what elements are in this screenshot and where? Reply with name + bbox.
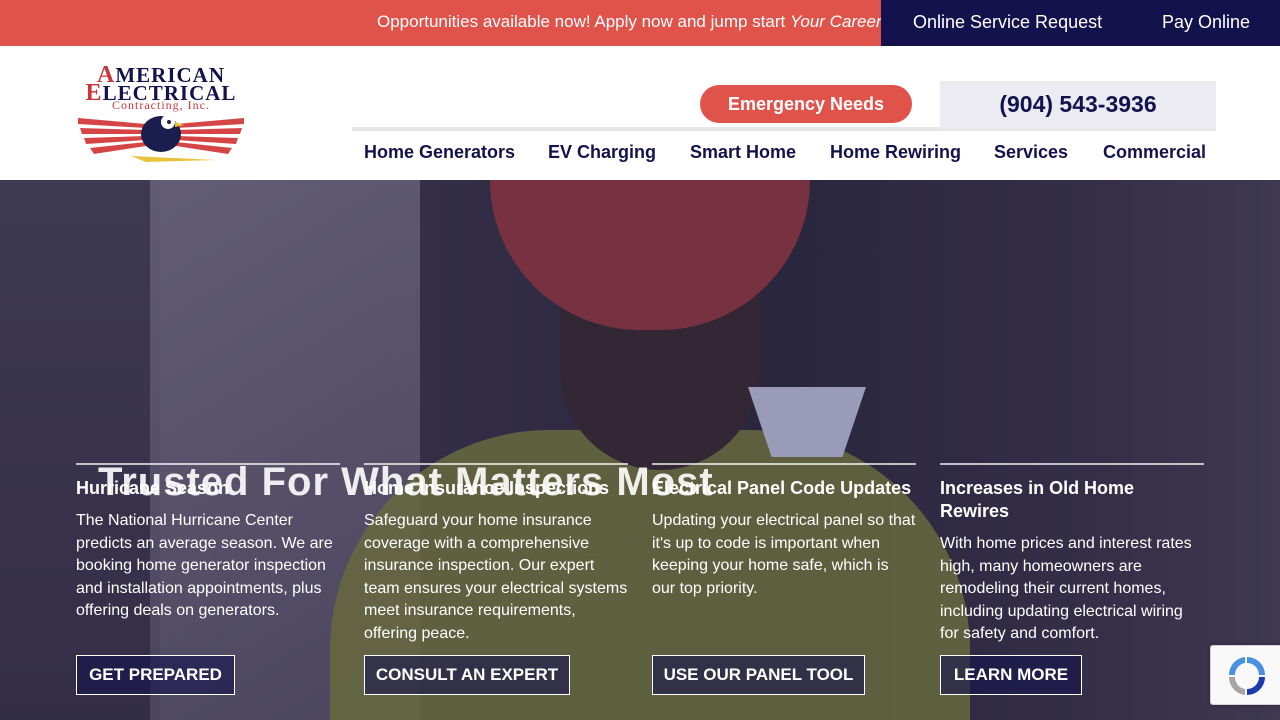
card-title: Home Insurance Inspections bbox=[364, 478, 610, 498]
card-old-home-rewires: Increases in Old Home Rewires With home … bbox=[940, 463, 1204, 646]
announcement-banner[interactable]: Opportunities available now! Apply now a… bbox=[0, 0, 881, 46]
top-bar: Opportunities available now! Apply now a… bbox=[0, 0, 1280, 46]
card-title: Hurricane Season bbox=[76, 478, 230, 498]
card-text: The National Hurricane Center predicts a… bbox=[76, 512, 333, 619]
nav-services[interactable]: Services bbox=[994, 140, 1068, 164]
nav-smart-home[interactable]: Smart Home bbox=[690, 140, 796, 164]
card-title: Increases in Old Home Rewires bbox=[940, 478, 1135, 521]
company-logo[interactable]: AMERICAN ELECTRICAL Contracting, Inc. bbox=[76, 62, 246, 166]
phone-number-link[interactable]: (904) 543-3936 bbox=[940, 81, 1216, 129]
card-text: Safeguard your home insurance coverage w… bbox=[364, 512, 628, 642]
nav-commercial[interactable]: Commercial bbox=[1103, 140, 1206, 164]
top-links: Online Service Request Pay Online bbox=[881, 0, 1280, 46]
pay-online-link[interactable]: Pay Online bbox=[1162, 0, 1250, 46]
learn-more-button[interactable]: LEARN MORE bbox=[940, 655, 1082, 695]
announcement-emphasis: Your Career bbox=[789, 12, 881, 31]
card-text: Updating your electrical panel so that i… bbox=[652, 512, 916, 597]
consult-expert-button[interactable]: CONSULT AN EXPERT bbox=[364, 655, 570, 695]
card-title: Electrical Panel Code Updates bbox=[652, 478, 912, 498]
card-home-insurance: Home Insurance Inspections Safeguard you… bbox=[364, 463, 628, 645]
eagle-emblem-icon bbox=[78, 115, 244, 162]
card-hurricane-season: Hurricane Season The National Hurricane … bbox=[76, 463, 340, 623]
get-prepared-button[interactable]: GET PREPARED bbox=[76, 655, 235, 695]
online-service-request-link[interactable]: Online Service Request bbox=[913, 0, 1102, 46]
nav-home-rewiring[interactable]: Home Rewiring bbox=[830, 140, 961, 164]
announcement-text: Opportunities available now! Apply now a… bbox=[377, 12, 790, 31]
nav-ev-charging[interactable]: EV Charging bbox=[548, 140, 656, 164]
card-text: With home prices and interest rates high… bbox=[940, 535, 1192, 642]
site-header: AMERICAN ELECTRICAL Contracting, Inc. Em… bbox=[0, 46, 1280, 180]
panel-tool-button[interactable]: USE OUR PANEL TOOL bbox=[652, 655, 865, 695]
card-panel-code: Electrical Panel Code Updates Updating y… bbox=[652, 463, 916, 600]
recaptcha-icon bbox=[1228, 657, 1265, 695]
emergency-needs-button[interactable]: Emergency Needs bbox=[700, 85, 912, 123]
nav-home-generators[interactable]: Home Generators bbox=[364, 140, 515, 164]
recaptcha-badge[interactable] bbox=[1210, 645, 1280, 705]
hero-section: Trusted For What Matters Most Hurricane … bbox=[0, 180, 1280, 720]
